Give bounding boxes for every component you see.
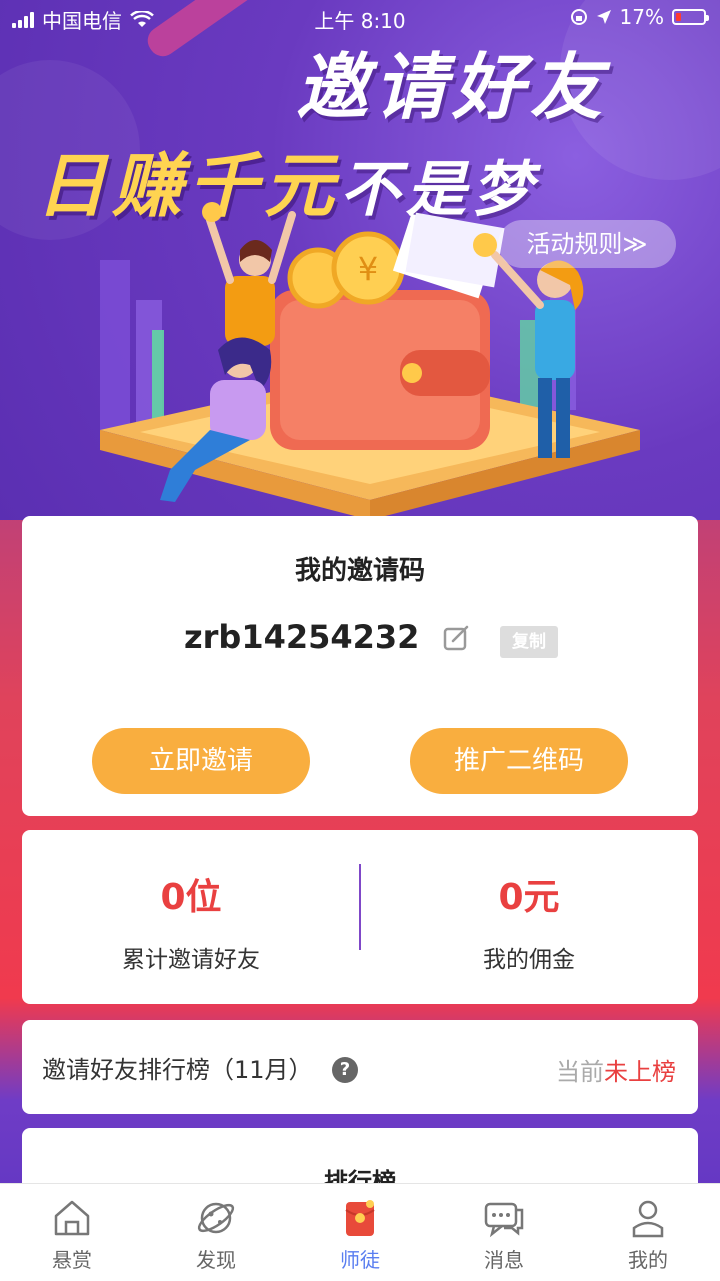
rotation-lock-icon	[570, 9, 587, 25]
tab-label: 发现	[196, 1248, 236, 1272]
tab-profile[interactable]: 我的	[576, 1184, 720, 1281]
planet-icon	[197, 1202, 235, 1234]
promo-qr-button[interactable]: 推广二维码	[410, 728, 628, 794]
copy-button[interactable]: 复制	[500, 626, 558, 658]
home-icon	[54, 1200, 90, 1236]
tab-label: 我的	[628, 1248, 668, 1272]
status-bar: 中国电信 上午 8:10 17%	[0, 0, 720, 36]
user-icon	[632, 1200, 664, 1238]
tab-label: 悬赏	[52, 1248, 92, 1272]
tab-label: 师徒	[340, 1248, 380, 1272]
commission-label: 我的佣金	[483, 947, 575, 973]
banner-headline-invite: 邀请好友	[296, 44, 609, 129]
location-icon	[596, 10, 611, 24]
tab-messages[interactable]: 消息	[432, 1184, 576, 1281]
invited-friends-stat: 0位 累计邀请好友	[22, 868, 360, 974]
leaderboard-row[interactable]: 邀请好友排行榜（11月） ? 当前未上榜	[22, 1020, 698, 1114]
tab-discover[interactable]: 发现	[144, 1184, 288, 1281]
invite-code-card: 我的邀请码 zrb14254232 复制 立即邀请 推广二维码	[22, 516, 698, 816]
commission-value: 0元	[498, 877, 560, 918]
invited-friends-label: 累计邀请好友	[122, 947, 260, 973]
chat-icon	[484, 1202, 524, 1238]
invite-now-button[interactable]: 立即邀请	[92, 728, 310, 794]
stats-card: 0位 累计邀请好友 0元 我的佣金	[22, 830, 698, 1004]
leaderboard-label: 邀请好友排行榜（11月）	[42, 1056, 313, 1084]
leaderboard-status: 当前未上榜	[556, 1052, 676, 1087]
promo-banner: 邀请好友 日赚千元不是梦 ¥ 活动规则≫	[0, 0, 720, 520]
leaderboard-status-prefix: 当前	[556, 1058, 604, 1086]
battery-percent: 17%	[619, 5, 664, 29]
tab-mentor[interactable]: 师徒	[288, 1184, 432, 1281]
leaderboard-status-value: 未上榜	[604, 1058, 676, 1086]
battery-icon	[672, 9, 709, 25]
red-envelope-icon	[345, 1200, 375, 1236]
invite-code-value: zrb14254232	[184, 618, 420, 656]
svg-text:¥: ¥	[358, 250, 378, 288]
tab-label: 消息	[484, 1248, 524, 1272]
commission-stat: 0元 我的佣金	[360, 868, 698, 974]
bottom-tab-bar: 悬赏 发现 师徒 消息 我的	[0, 1183, 720, 1281]
invited-friends-value: 0位	[160, 877, 222, 918]
tab-bounty[interactable]: 悬赏	[0, 1184, 144, 1281]
edit-icon[interactable]	[442, 624, 470, 652]
activity-rules-button[interactable]: 活动规则≫	[498, 220, 676, 268]
invite-code-title: 我的邀请码	[294, 556, 425, 586]
help-icon[interactable]: ?	[332, 1057, 358, 1083]
